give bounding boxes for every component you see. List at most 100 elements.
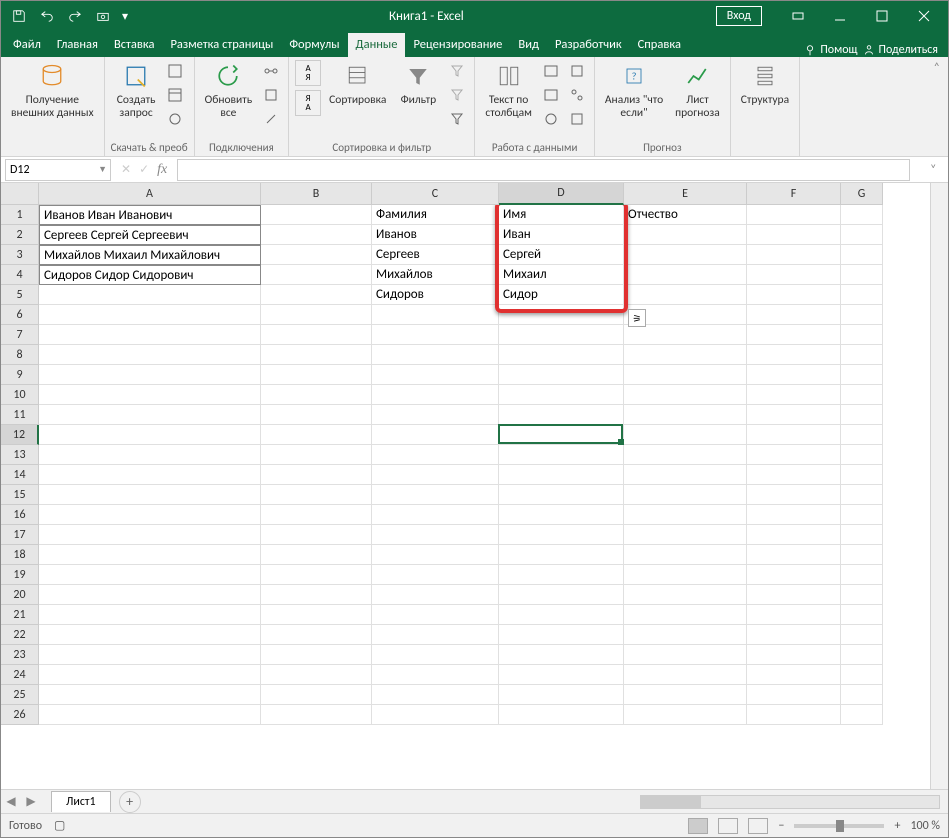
column-header[interactable]: C bbox=[372, 183, 499, 205]
cell[interactable] bbox=[372, 485, 499, 505]
cell[interactable] bbox=[624, 605, 747, 625]
cell[interactable] bbox=[841, 205, 883, 225]
tab-help[interactable]: Справка bbox=[630, 33, 689, 57]
cell[interactable]: Имя bbox=[499, 205, 624, 225]
cell[interactable] bbox=[841, 705, 883, 725]
cell[interactable] bbox=[261, 445, 372, 465]
cell[interactable] bbox=[841, 325, 883, 345]
cell[interactable] bbox=[499, 425, 624, 445]
cell[interactable] bbox=[624, 285, 747, 305]
formula-bar[interactable] bbox=[177, 159, 910, 181]
tell-me-button[interactable]: Помощ bbox=[803, 43, 857, 57]
remove-duplicates-icon[interactable] bbox=[540, 84, 562, 106]
cell[interactable]: Михайлов Михаил Михайлович bbox=[39, 245, 261, 265]
camera-icon[interactable] bbox=[91, 4, 115, 28]
cell[interactable] bbox=[499, 445, 624, 465]
row-header[interactable]: 10 bbox=[1, 385, 39, 405]
cell[interactable] bbox=[841, 545, 883, 565]
cell[interactable] bbox=[261, 685, 372, 705]
cell[interactable] bbox=[841, 625, 883, 645]
cell[interactable] bbox=[841, 665, 883, 685]
cell[interactable]: Иван bbox=[499, 225, 624, 245]
edit-links-icon[interactable] bbox=[260, 108, 282, 130]
cell[interactable]: Михайлов bbox=[372, 265, 499, 285]
cell[interactable] bbox=[261, 285, 372, 305]
cell[interactable] bbox=[39, 385, 261, 405]
cell[interactable] bbox=[499, 325, 624, 345]
cell[interactable] bbox=[841, 345, 883, 365]
cell[interactable] bbox=[624, 525, 747, 545]
login-button[interactable]: Вход bbox=[716, 6, 762, 26]
zoom-slider[interactable] bbox=[794, 824, 884, 828]
chevron-down-icon[interactable]: ▼ bbox=[98, 164, 107, 175]
cell[interactable] bbox=[747, 225, 841, 245]
cell[interactable] bbox=[39, 285, 261, 305]
column-header[interactable]: D bbox=[499, 183, 624, 205]
tab-file[interactable]: Файл bbox=[5, 33, 49, 57]
cell[interactable] bbox=[747, 445, 841, 465]
flash-fill-icon[interactable] bbox=[540, 60, 562, 82]
cell[interactable] bbox=[747, 265, 841, 285]
cell[interactable] bbox=[39, 525, 261, 545]
cell[interactable] bbox=[39, 665, 261, 685]
cell[interactable] bbox=[624, 245, 747, 265]
cell[interactable] bbox=[747, 205, 841, 225]
cell[interactable] bbox=[747, 285, 841, 305]
row-header[interactable]: 5 bbox=[1, 285, 39, 305]
cell[interactable] bbox=[372, 445, 499, 465]
cell[interactable] bbox=[747, 365, 841, 385]
cell[interactable] bbox=[261, 425, 372, 445]
cell[interactable] bbox=[841, 645, 883, 665]
cell[interactable] bbox=[499, 665, 624, 685]
cell[interactable] bbox=[261, 265, 372, 285]
cell[interactable] bbox=[372, 405, 499, 425]
enter-formula-icon[interactable]: ✓ bbox=[139, 162, 149, 177]
cell[interactable] bbox=[624, 505, 747, 525]
cell[interactable] bbox=[261, 465, 372, 485]
cell[interactable] bbox=[372, 385, 499, 405]
cell[interactable] bbox=[747, 305, 841, 325]
row-header[interactable]: 25 bbox=[1, 685, 39, 705]
relationships-icon[interactable] bbox=[566, 84, 588, 106]
cell[interactable] bbox=[747, 625, 841, 645]
column-header[interactable]: A bbox=[39, 183, 261, 205]
cell[interactable] bbox=[372, 465, 499, 485]
reapply-icon[interactable] bbox=[446, 84, 468, 106]
cell[interactable] bbox=[624, 425, 747, 445]
row-header[interactable]: 16 bbox=[1, 505, 39, 525]
row-header[interactable]: 22 bbox=[1, 625, 39, 645]
cell[interactable] bbox=[261, 505, 372, 525]
cell[interactable] bbox=[747, 245, 841, 265]
recent-sources-icon[interactable] bbox=[164, 108, 186, 130]
cell[interactable] bbox=[747, 505, 841, 525]
cell[interactable] bbox=[39, 345, 261, 365]
minimize-icon[interactable] bbox=[820, 2, 860, 30]
row-header[interactable]: 11 bbox=[1, 405, 39, 425]
row-header[interactable]: 21 bbox=[1, 605, 39, 625]
cell[interactable] bbox=[841, 685, 883, 705]
cell[interactable] bbox=[39, 365, 261, 385]
cell[interactable] bbox=[499, 385, 624, 405]
cell[interactable] bbox=[499, 625, 624, 645]
cell[interactable] bbox=[747, 425, 841, 445]
cell[interactable] bbox=[372, 625, 499, 645]
zoom-out-button[interactable]: − bbox=[778, 819, 784, 833]
cell[interactable] bbox=[372, 565, 499, 585]
cell[interactable] bbox=[624, 465, 747, 485]
cell[interactable] bbox=[747, 565, 841, 585]
row-header[interactable]: 7 bbox=[1, 325, 39, 345]
row-header[interactable]: 19 bbox=[1, 565, 39, 585]
cell[interactable] bbox=[624, 625, 747, 645]
cell[interactable] bbox=[624, 565, 747, 585]
collapse-ribbon-icon[interactable]: ˄ bbox=[926, 57, 948, 156]
cell[interactable] bbox=[261, 665, 372, 685]
cell[interactable] bbox=[499, 545, 624, 565]
row-header[interactable]: 6 bbox=[1, 305, 39, 325]
cell[interactable] bbox=[841, 605, 883, 625]
cell[interactable] bbox=[372, 345, 499, 365]
cell[interactable] bbox=[39, 465, 261, 485]
structure-button[interactable]: Структура bbox=[737, 60, 793, 107]
record-macro-icon[interactable]: ▢ bbox=[54, 818, 65, 833]
cell[interactable] bbox=[624, 385, 747, 405]
row-header[interactable]: 4 bbox=[1, 265, 39, 285]
